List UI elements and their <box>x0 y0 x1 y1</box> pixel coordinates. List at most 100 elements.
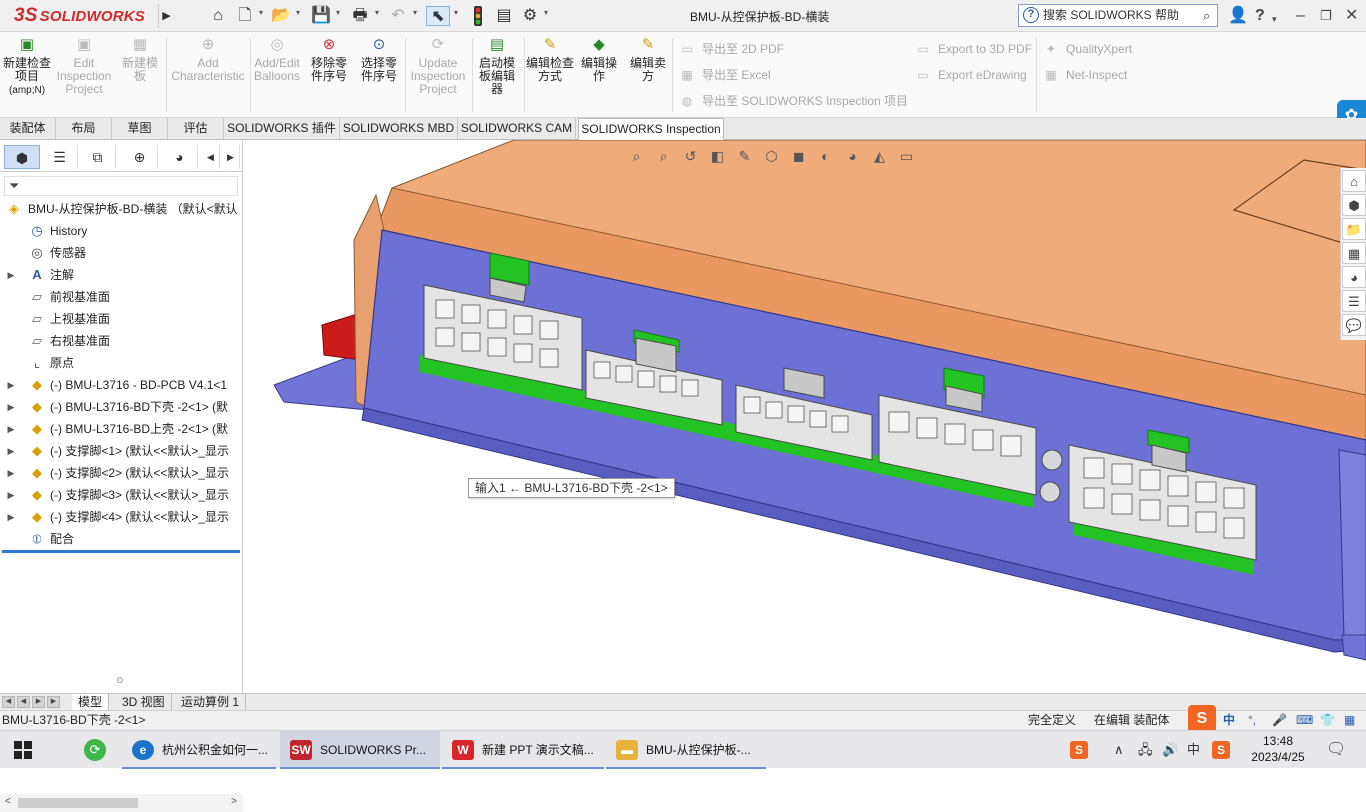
edit-appearance-icon[interactable]: ◕ <box>840 144 865 168</box>
tab-scroll-right-icon[interactable]: ▶ <box>222 145 240 169</box>
scrollbar-thumb[interactable] <box>18 798 138 808</box>
traffic-light-icon[interactable] <box>466 6 490 26</box>
restore-window-icon[interactable]: ❐ <box>1320 6 1332 26</box>
notification-center-icon[interactable]: 🗨 <box>1326 741 1346 759</box>
tab-assembly[interactable]: 装配体 <box>0 118 56 140</box>
zoom-to-fit-icon[interactable]: ⌕ <box>624 144 649 168</box>
panel-splitter-icon[interactable]: ⊙ <box>116 675 124 686</box>
bmu-assembly-model[interactable] <box>244 140 1366 693</box>
tree-item-foot-3[interactable]: ▶ ◆ (-) 支撑脚<3> (默认<<默认>_显示 <box>0 484 243 506</box>
solidworks-resources-icon[interactable]: ⌂ <box>1342 170 1366 192</box>
undo-icon[interactable]: ↶ <box>386 6 410 26</box>
tab-mbd[interactable]: SOLIDWORKS MBD <box>340 118 458 140</box>
add-edit-balloons-button[interactable]: ◎ Add/Edit Balloons <box>252 36 302 83</box>
windows-start-icon[interactable] <box>14 741 32 759</box>
tab-addins[interactable]: SOLIDWORKS 插件 <box>224 118 340 140</box>
update-inspection-button[interactable]: ⟳ Update Inspection Project <box>407 36 469 96</box>
tree-item-lower-shell[interactable]: ▶ ◆ (-) BMU-L3716-BD下壳 -2<1> (默 <box>0 396 243 418</box>
tab-inspection[interactable]: SOLIDWORKS Inspection <box>578 118 724 141</box>
last-tab-icon[interactable]: ▶ <box>47 696 60 708</box>
tab-cam[interactable]: SOLIDWORKS CAM <box>458 118 576 140</box>
tab-layout[interactable]: 布局 <box>56 118 112 140</box>
zoom-to-area-icon[interactable]: ⌕ <box>651 144 676 168</box>
hide-show-items-icon[interactable]: ◐ <box>813 144 838 168</box>
ime-skin-icon[interactable]: 👕 <box>1320 711 1335 730</box>
tab-evaluate[interactable]: 评估 <box>168 118 224 140</box>
system-clock[interactable]: 13:48 2023/4/25 <box>1246 733 1310 765</box>
taskbar-item-solidworks[interactable]: SW SOLIDWORKS Pr... <box>280 731 440 769</box>
export-edrawing-button[interactable]: ▭ Export eDrawing <box>914 66 1026 84</box>
pinned-app-icon[interactable]: ⟳ <box>84 739 106 761</box>
remove-balloon-button[interactable]: ⊗ 移除零件序号 <box>306 36 352 83</box>
expand-arrow-icon[interactable]: ▶ <box>6 440 16 462</box>
tree-item-foot-1[interactable]: ▶ ◆ (-) 支撑脚<1> (默认<<默认>_显示 <box>0 440 243 462</box>
expand-arrow-icon[interactable]: ▶ <box>6 264 16 286</box>
edit-inspection-button[interactable]: ▣ Edit Inspection Project <box>54 36 114 96</box>
first-tab-icon[interactable]: ◀ <box>2 696 15 708</box>
select-cursor-icon[interactable]: ⬉ <box>426 6 450 26</box>
print-icon[interactable]: 🖶 <box>348 6 372 26</box>
select-dropdown-icon[interactable]: ▾ <box>454 8 458 17</box>
tree-item-foot-4[interactable]: ▶ ◆ (-) 支撑脚<4> (默认<<默认>_显示 <box>0 506 243 528</box>
new-template-button[interactable]: ▦ 新建模板 <box>117 36 163 83</box>
open-folder-icon[interactable]: 📂 <box>269 6 293 26</box>
taskbar-item-folder[interactable]: ▬ BMU-从控保护板-... <box>606 731 766 769</box>
help-icon[interactable]: ? <box>1255 6 1265 26</box>
expand-arrow-icon[interactable]: ▶ <box>6 374 16 396</box>
tray-ime-icon[interactable]: S <box>1212 741 1230 759</box>
taskbar-item-edge[interactable]: e 杭州公积金如何一... <box>122 731 276 769</box>
tree-item-upper-shell[interactable]: ▶ ◆ (-) BMU-L3716-BD上壳 -2<1> (默 <box>0 418 243 440</box>
taskbar-item-wps[interactable]: W 新建 PPT 演示文稿... <box>442 731 604 769</box>
menu-expand-arrow-icon[interactable]: ▶ <box>158 4 174 28</box>
new-document-icon[interactable]: 🗋 <box>233 6 257 26</box>
help-dropdown-icon[interactable]: ▾ <box>1272 9 1277 29</box>
property-manager-tab-icon[interactable]: ☰ <box>42 145 78 169</box>
tab-sketch[interactable]: 草图 <box>112 118 168 140</box>
search-magnifier-icon[interactable]: ⌕ <box>1203 6 1210 26</box>
tree-item-mates[interactable]: ⦶ 配合 <box>0 528 243 550</box>
tree-item-annotations[interactable]: ▶ A 注解 <box>0 264 243 286</box>
tree-root-assembly[interactable]: ◈ BMU-从控保护板-BD-横装 （默认<默认 <box>0 198 243 220</box>
sogou-ime-icon[interactable]: S <box>1188 705 1216 733</box>
view-palette-icon[interactable]: ▦ <box>1342 242 1366 264</box>
home-icon[interactable]: ⌂ <box>206 6 230 26</box>
minimize-window-icon[interactable]: – <box>1296 6 1305 26</box>
tree-filter-input[interactable]: ⏷ <box>4 176 238 196</box>
dimxpert-tab-icon[interactable]: ⊕ <box>122 145 158 169</box>
print-dropdown-icon[interactable]: ▾ <box>375 8 379 17</box>
edit-vendor-button[interactable]: ✎ 编辑卖方 <box>626 36 670 83</box>
feature-tree-tab-icon[interactable]: ⬢ <box>4 145 40 169</box>
tab-scroll-left-icon[interactable]: ◀ <box>202 145 220 169</box>
ime-language[interactable]: 中 <box>1223 711 1235 730</box>
tree-item-sensors[interactable]: ◎ 传感器 <box>0 242 243 264</box>
open-dropdown-icon[interactable]: ▾ <box>296 8 300 17</box>
next-tab-icon[interactable]: ▶ <box>32 696 45 708</box>
previous-view-icon[interactable]: ↺ <box>678 144 703 168</box>
user-account-icon[interactable]: 👤 <box>1228 6 1248 26</box>
design-library-icon[interactable]: ⬢ <box>1342 194 1366 216</box>
expand-arrow-icon[interactable]: ▶ <box>6 506 16 528</box>
appearances-icon[interactable]: ◕ <box>1342 266 1366 288</box>
view-settings-icon[interactable]: ▭ <box>894 144 919 168</box>
save-dropdown-icon[interactable]: ▾ <box>336 8 340 17</box>
prev-tab-icon[interactable]: ◀ <box>17 696 30 708</box>
tree-item-right-plane[interactable]: ▱ 右视基准面 <box>0 330 243 352</box>
tab-motion-study[interactable]: 运动算例 1 <box>175 694 247 710</box>
tray-ime-language[interactable]: 中 <box>1187 741 1200 759</box>
configuration-manager-tab-icon[interactable]: ⧉ <box>80 145 116 169</box>
tree-item-pcb[interactable]: ▶ ◆ (-) BMU-L3716 - BD-PCB V4.1<1 <box>0 374 243 396</box>
undo-dropdown-icon[interactable]: ▾ <box>413 8 417 17</box>
ime-voice-icon[interactable]: 🎤 <box>1272 711 1287 730</box>
ime-punctuation-icon[interactable]: °, <box>1248 711 1256 730</box>
edit-operation-button[interactable]: ◆ 编辑操作 <box>576 36 622 83</box>
ime-keyboard-icon[interactable]: ⌨ <box>1296 711 1313 730</box>
scroll-left-icon[interactable]: < <box>5 796 11 807</box>
new-dropdown-icon[interactable]: ▾ <box>259 8 263 17</box>
tree-item-origin[interactable]: ⌞ 原点 <box>0 352 243 374</box>
tree-item-history[interactable]: ◷ History <box>0 220 243 242</box>
tree-item-front-plane[interactable]: ▱ 前视基准面 <box>0 286 243 308</box>
custom-properties-icon[interactable]: ☰ <box>1342 290 1366 312</box>
export-inspection-project-button[interactable]: ◍ 导出至 SOLIDWORKS Inspection 项目 <box>678 92 908 110</box>
template-editor-button[interactable]: ▤ 启动模板编辑器 <box>474 36 520 96</box>
expand-arrow-icon[interactable]: ▶ <box>6 462 16 484</box>
